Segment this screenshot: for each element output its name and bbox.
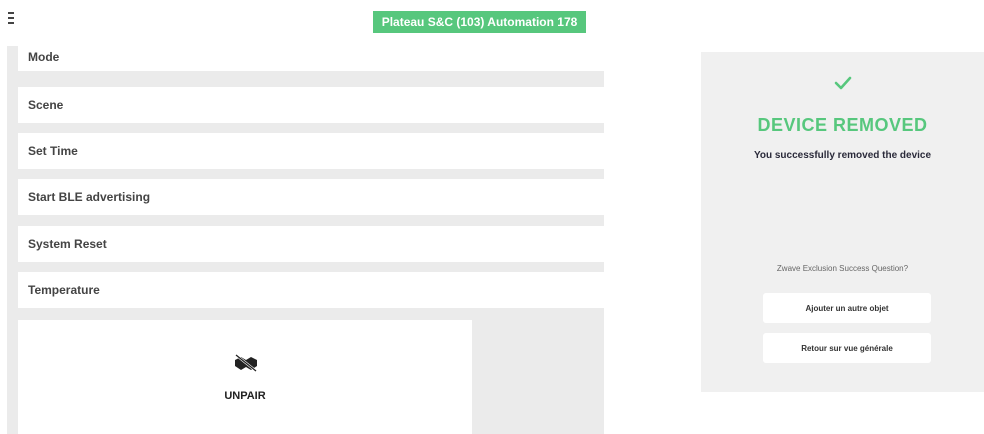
- back-to-overview-button[interactable]: Retour sur vue générale: [763, 333, 931, 363]
- device-removed-title: DEVICE REMOVED: [757, 115, 928, 135]
- exclusion-question-text: Zwave Exclusion Success Question?: [776, 264, 909, 273]
- page-title-badge: Plateau S&C (103) Automation 178: [373, 11, 586, 33]
- device-removed-subtitle: You successfully removed the device: [753, 150, 932, 161]
- command-item-start-ble-advertising[interactable]: Start BLE advertising: [18, 179, 604, 215]
- hamburger-menu-icon[interactable]: [8, 12, 24, 26]
- add-another-object-button[interactable]: Ajouter un autre objet: [763, 293, 931, 323]
- checkmark-icon: [834, 76, 852, 90]
- unpair-label: UNPAIR: [224, 390, 266, 402]
- unpair-button[interactable]: UNPAIR: [18, 320, 472, 434]
- command-list-panel: Mode Scene Set Time Start BLE advertisin…: [7, 42, 604, 434]
- command-item-mode[interactable]: Mode: [18, 42, 604, 71]
- command-item-set-time[interactable]: Set Time: [18, 133, 604, 169]
- command-item-temperature[interactable]: Temperature: [18, 272, 604, 308]
- device-removed-panel: DEVICE REMOVED You successfully removed …: [701, 52, 984, 392]
- command-item-system-reset[interactable]: System Reset: [18, 226, 604, 262]
- unlink-handshake-icon: [235, 354, 257, 372]
- command-item-scene[interactable]: Scene: [18, 87, 604, 123]
